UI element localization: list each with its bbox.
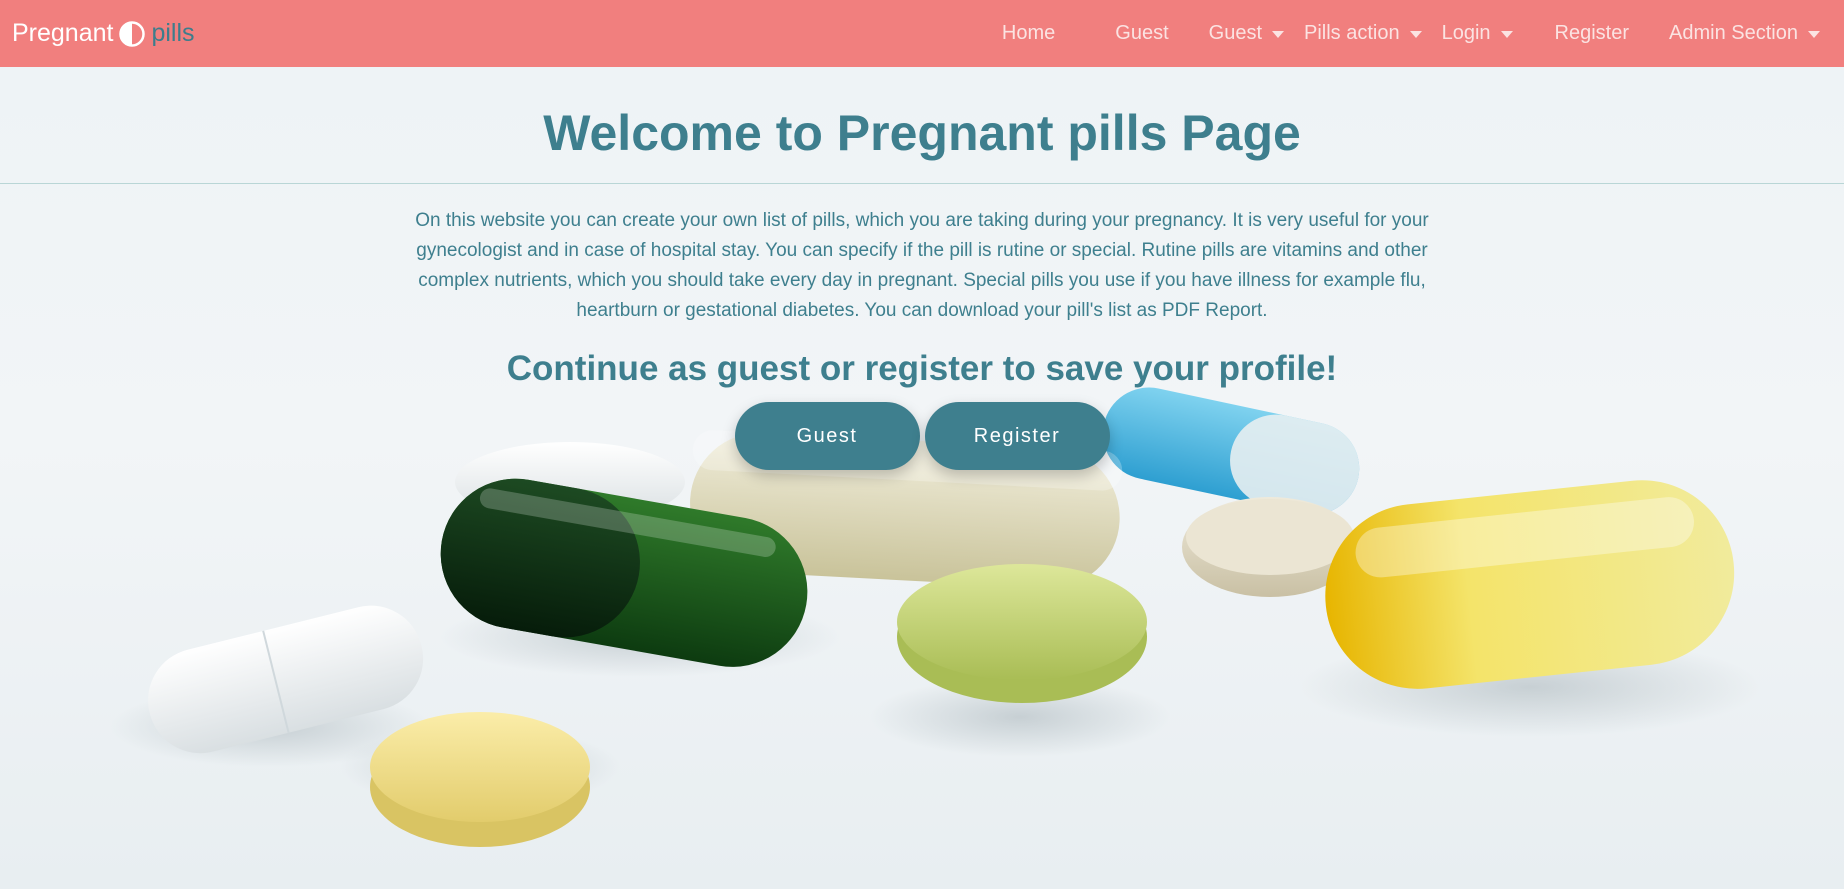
nav-item-home[interactable]: Home <box>1002 0 1055 67</box>
brand-text-pregnant: Pregnant <box>12 19 114 47</box>
nav-item-label: Admin Section <box>1669 22 1798 44</box>
nav-item-label: Guest <box>1115 22 1169 44</box>
call-to-action-subtitle: Continue as guest or register to save yo… <box>506 349 1338 388</box>
nav-item-pills-action[interactable]: Pills action <box>1304 0 1422 67</box>
nav-item-label: Guest <box>1208 22 1262 44</box>
nav-item-label: Login <box>1441 22 1491 44</box>
title-divider <box>0 183 1844 184</box>
action-buttons: Guest Register <box>0 402 1844 470</box>
caret-down-icon <box>1500 31 1513 38</box>
nav-item-login[interactable]: Login <box>1442 0 1513 67</box>
page-title: Welcome to Pregnant pills Page <box>543 105 1301 161</box>
caret-down-icon <box>1409 31 1422 38</box>
nav-item-guest[interactable]: Guest <box>1115 0 1168 67</box>
caret-down-icon <box>1272 31 1284 38</box>
caret-down-icon <box>1808 31 1820 38</box>
guest-button[interactable]: Guest <box>734 402 920 470</box>
intro-description: On this website you can create your own … <box>415 210 1429 321</box>
main-content: Welcome to Pregnant pills Page On this w… <box>0 67 1844 470</box>
navbar: Pregnant pills Home Guest Guest Pills ac… <box>0 0 1844 67</box>
nav-menu: Home Guest Guest Pills action Login Regi… <box>1002 0 1820 67</box>
half-circle-icon <box>119 20 146 47</box>
nav-item-label: Home <box>1001 22 1056 44</box>
nav-item-guest-dropdown[interactable]: Guest <box>1209 0 1284 67</box>
nav-item-label: Register <box>1554 22 1630 44</box>
nav-item-register[interactable]: Register <box>1555 0 1629 67</box>
nav-item-admin-section[interactable]: Admin Section <box>1669 0 1820 67</box>
brand-logo[interactable]: Pregnant pills <box>12 19 195 48</box>
brand-text-pills: pills <box>151 19 195 47</box>
nav-item-label: Pills action <box>1304 22 1400 44</box>
register-button[interactable]: Register <box>924 402 1110 470</box>
